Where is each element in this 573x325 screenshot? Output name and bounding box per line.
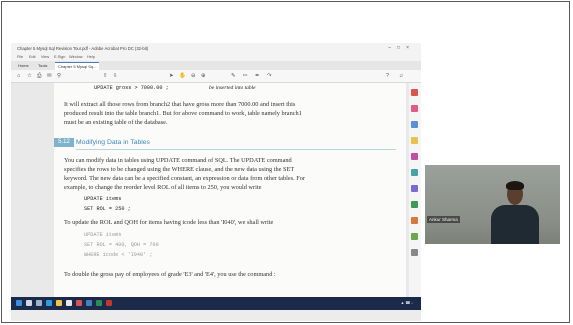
- start-icon[interactable]: [16, 300, 22, 306]
- meeting-frame: Chapter 5 Mysql Sql Revision Tour.pdf - …: [1, 1, 570, 323]
- text-line: It will extract all those rows from bran…: [64, 101, 296, 108]
- comment-icon[interactable]: ✎: [231, 70, 236, 82]
- code-line: UPDATE items: [84, 232, 122, 238]
- zoom-out-icon[interactable]: ⊖: [191, 70, 196, 82]
- tab-home[interactable]: Home: [15, 62, 32, 70]
- email-icon[interactable]: ✉: [47, 70, 52, 82]
- menu-view[interactable]: View: [41, 54, 49, 61]
- share-icon[interactable]: ↷: [267, 70, 272, 82]
- highlight-icon[interactable]: ✏: [243, 70, 248, 82]
- bell-icon[interactable]: ♫: [399, 70, 403, 82]
- fill-sign-icon[interactable]: [411, 217, 418, 224]
- help-icon[interactable]: ?: [386, 70, 389, 82]
- word-icon[interactable]: [86, 300, 92, 306]
- text-line: example, to change the reorder level ROL…: [64, 184, 262, 191]
- tab-bar: Home Tools Chapter 5 Mysql Sq...: [11, 61, 421, 71]
- excel-icon[interactable]: [96, 300, 102, 306]
- zoom-in-icon[interactable]: ⊕: [201, 70, 206, 82]
- hand-icon[interactable]: ✋: [179, 70, 186, 82]
- text-line: specifies the rows to be changed using t…: [64, 166, 295, 173]
- participant-hair: [506, 181, 524, 190]
- search-icon[interactable]: ⚲: [57, 70, 61, 82]
- windows-taskbar: ▲ ☎ ♩: [11, 297, 421, 310]
- task-view-icon[interactable]: [36, 300, 42, 306]
- menu-file[interactable]: File: [17, 54, 23, 61]
- menu-esign[interactable]: E-Sign: [54, 54, 65, 61]
- window-titlebar: Chapter 5 Mysql Sql Revision Tour.pdf - …: [11, 43, 421, 54]
- code-line: SET ROL = 400, QOH = 700: [84, 242, 159, 248]
- handwritten-annotation: be inserted into table: [209, 85, 256, 91]
- combine-files-icon[interactable]: [411, 153, 418, 160]
- edge-icon[interactable]: [46, 300, 52, 306]
- menu-help[interactable]: Help: [87, 54, 95, 61]
- page-up-icon[interactable]: ⇧: [103, 70, 108, 82]
- settings-icon[interactable]: [411, 249, 418, 256]
- system-tray[interactable]: ▲ ☎ ♩: [401, 297, 415, 310]
- sign-icon[interactable]: ✒: [255, 70, 260, 82]
- shared-screen: Chapter 5 Mysql Sql Revision Tour.pdf - …: [11, 43, 421, 321]
- toolbar: ⌂ ☆ ⎙ ✉ ⚲ ⇧ ⇩ ➤ ✋ ⊖ ⊕ ✎ ✏ ✒ ↷ ? ♫: [11, 70, 421, 83]
- print-icon[interactable]: ⎙: [37, 70, 41, 82]
- search-taskbar-icon[interactable]: [26, 300, 32, 306]
- document-area[interactable]: UPDATE gross > 7000.00 ; be inserted int…: [11, 83, 409, 297]
- code-line-top: UPDATE gross > 7000.00 ;: [94, 85, 169, 91]
- export-pdf-icon[interactable]: [411, 89, 418, 96]
- code-line: SET ROL = 250 ;: [84, 206, 131, 212]
- menu-window[interactable]: Window: [69, 54, 83, 61]
- participant-video: Ankur Sharma: [425, 165, 560, 244]
- section-divider: [76, 149, 396, 150]
- organize-pages-icon[interactable]: [411, 169, 418, 176]
- tab-tools[interactable]: Tools: [35, 62, 50, 70]
- more-tools-icon[interactable]: [411, 233, 418, 240]
- chrome-icon[interactable]: [76, 300, 82, 306]
- text-line: must be an existing table of the databas…: [64, 119, 168, 126]
- text-line: To update the ROL and QOH for items havi…: [64, 219, 274, 226]
- page-down-icon[interactable]: ⇩: [113, 70, 118, 82]
- text-line: You can modify data in tables using UPDA…: [64, 157, 292, 164]
- redact-icon[interactable]: [411, 185, 418, 192]
- participant-name-label: Ankur Sharma: [427, 216, 460, 223]
- pdf-page: UPDATE gross > 7000.00 ; be inserted int…: [54, 83, 406, 297]
- code-line: WHERE icode < 'I040' ;: [84, 252, 153, 258]
- comment-tool-icon[interactable]: [411, 137, 418, 144]
- participant-body: [491, 205, 539, 244]
- text-line: To double the gross pay of employees of …: [64, 271, 276, 278]
- text-line: produced result into the table branch1. …: [64, 110, 302, 117]
- section-title: Modifying Data in Tables: [76, 139, 150, 146]
- store-icon[interactable]: [66, 300, 72, 306]
- menu-bar: File Edit View E-Sign Window Help: [11, 54, 421, 61]
- cursor-icon[interactable]: ➤: [169, 70, 174, 82]
- tools-pane: [409, 83, 421, 297]
- folder-icon[interactable]: [56, 300, 62, 306]
- star-icon[interactable]: ☆: [27, 70, 32, 82]
- menu-edit[interactable]: Edit: [29, 54, 36, 61]
- protect-icon[interactable]: [411, 201, 418, 208]
- edit-pdf-icon[interactable]: [411, 121, 418, 128]
- text-line: keyword. The new data can be a specified…: [64, 175, 306, 182]
- create-pdf-icon[interactable]: [411, 105, 418, 112]
- code-line: UPDATE items: [84, 196, 122, 202]
- window-title: Chapter 5 Mysql Sql Revision Tour.pdf - …: [17, 46, 149, 51]
- window-controls[interactable]: –□×: [388, 43, 415, 54]
- acrobat-taskbar-icon[interactable]: [106, 300, 112, 306]
- section-number: 5.12: [54, 138, 74, 147]
- home-icon[interactable]: ⌂: [17, 70, 20, 82]
